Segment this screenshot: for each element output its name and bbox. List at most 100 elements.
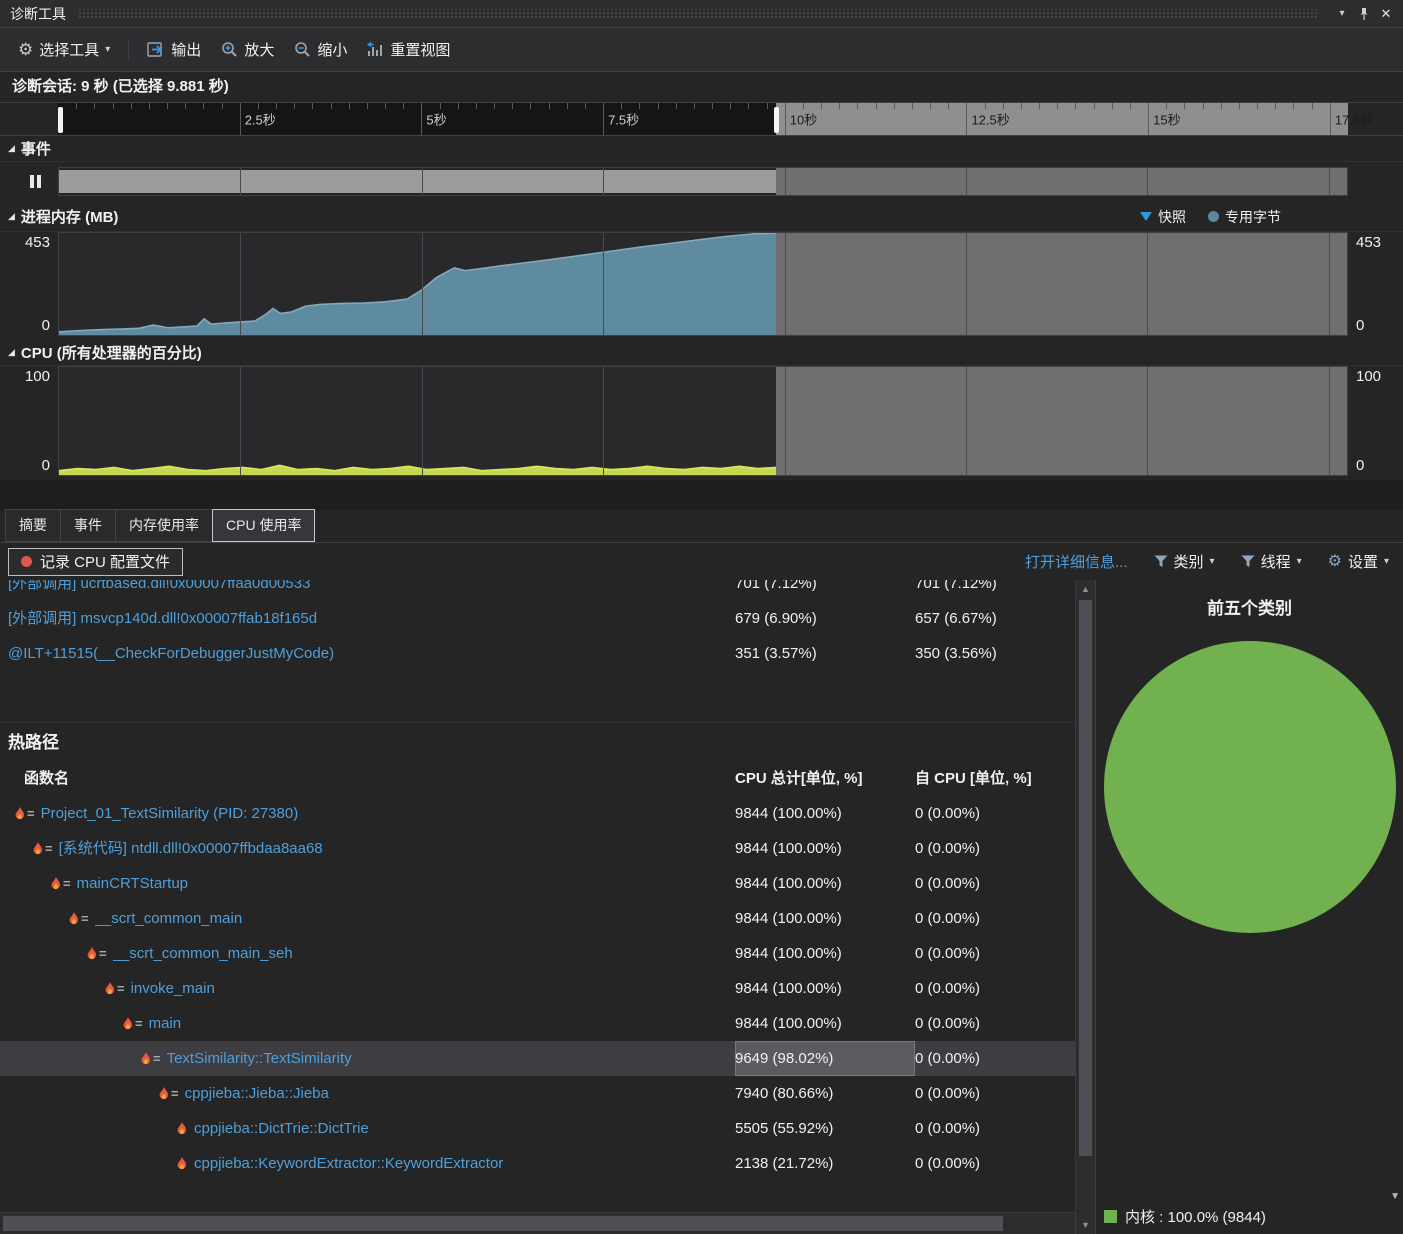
ruler-major-tick [1148,103,1150,135]
column-function-name[interactable]: 函数名 [0,762,735,796]
panel-scroll-down-icon[interactable]: ▼ [1390,1191,1400,1202]
function-row[interactable]: [外部调用] msvcp140d.dll!0x00007ffab18f165d 6… [0,601,1075,636]
call-tree-row[interactable]: = Project_01_TextSimilarity (PID: 27380) 9… [0,796,1075,831]
hot-path-flame-icon[interactable]: = [32,831,53,866]
close-button[interactable]: ✕ [1375,3,1397,25]
reset-view-button[interactable]: 重置视图 [359,34,458,65]
vertical-scrollbar[interactable]: ▲ ▼ [1075,580,1095,1234]
chevron-down-icon: ▾ [1209,556,1215,567]
window-position-menu-button[interactable]: ▾ [1331,3,1353,25]
collapse-icon[interactable]: ◢ [8,143,15,154]
expander-icon[interactable]: = [171,1076,179,1111]
memory-chart[interactable] [58,232,1348,336]
horizontal-scrollbar[interactable] [0,1212,1075,1234]
chart-gridline [1147,367,1149,475]
cpu-self-value: 0 (0.00%) [915,805,981,822]
horizontal-scrollbar-thumb[interactable] [3,1216,1003,1231]
cpu-section-title: CPU (所有处理器的百分比) [20,345,202,362]
call-tree-row[interactable]: = mainCRTStartup 9844 (100.00%) 0 (0.00%) [0,866,1075,901]
zoom-out-button[interactable]: 缩小 [286,34,355,65]
expander-icon[interactable]: = [27,796,35,831]
chevron-down-icon: ▾ [105,44,111,55]
hot-path-flame-icon[interactable] [176,1156,188,1171]
expander-icon[interactable]: = [81,901,89,936]
selection-start-handle[interactable] [58,107,63,133]
call-tree-row[interactable]: = __scrt_common_main_seh 9844 (100.00%) 0 (… [0,936,1075,971]
function-row[interactable]: [外部调用] ucrtbased.dll!0x00007ffaa0d00533 7… [0,580,1075,601]
pause-icon[interactable] [30,175,41,188]
chart-gridline [784,233,786,335]
expander-icon[interactable]: = [99,936,107,971]
ruler-minor-tick [348,103,350,109]
call-tree-row[interactable]: = TextSimilarity::TextSimilarity 9649 (98.… [0,1041,1075,1076]
tab-events[interactable]: 事件 [60,509,116,542]
scroll-down-icon[interactable]: ▼ [1076,1216,1095,1234]
zoom-in-button[interactable]: 放大 [213,34,282,65]
tab-cpu-usage[interactable]: CPU 使用率 [212,509,316,542]
ruler-minor-tick [475,103,477,109]
select-tool-button[interactable]: ⚙ 选择工具 ▾ [10,34,118,65]
call-tree-row[interactable]: = __scrt_common_main 9844 (100.00%) 0 (0.00… [0,901,1075,936]
category-filter-button[interactable]: 类别 ▾ [1154,551,1215,572]
column-cpu-self[interactable]: 自 CPU [单位, %] [915,762,1075,796]
unselected-overlay [775,168,1347,195]
chart-gridline [966,367,968,475]
cpu-chart[interactable] [58,366,1348,476]
gear-icon: ⚙ [18,40,34,59]
scroll-up-icon[interactable]: ▲ [1076,580,1095,598]
hot-path-flame-icon[interactable]: = [104,971,125,1006]
tab-memory-usage[interactable]: 内存使用率 [115,509,213,542]
toolbar-separator [128,38,130,61]
function-name-label: main [148,1015,182,1032]
function-row[interactable]: @ILT+11515(__CheckForDebuggerJustMyCode)… [0,636,1075,671]
expander-icon[interactable]: = [45,831,53,866]
selection-end-handle[interactable] [774,107,780,133]
cpu-self-value: 0 (0.00%) [915,1155,981,1172]
expander-icon[interactable]: = [117,971,125,1006]
call-tree-header: 函数名 CPU 总计[单位, %] 自 CPU [单位, %] [0,762,1075,796]
titlebar[interactable]: 诊断工具 ▾ ✕ [0,0,1403,28]
call-tree-row[interactable]: = invoke_main 9844 (100.00%) 0 (0.00%) [0,971,1075,1006]
settings-button[interactable]: ⚙ 设置 ▾ [1328,551,1389,572]
hot-path-flame-icon[interactable]: = [68,901,89,936]
column-cpu-total[interactable]: CPU 总计[单位, %] [735,762,915,796]
cpu-total-value: 9844 (100.00%) [735,840,842,857]
hot-path-flame-icon[interactable]: = [158,1076,179,1111]
open-details-link[interactable]: 打开详细信息... [1025,551,1128,572]
expander-icon[interactable]: = [63,866,71,901]
hot-path-flame-icon[interactable]: = [50,866,71,901]
thread-filter-button[interactable]: 线程 ▾ [1241,551,1302,572]
chart-gridline [240,367,242,475]
output-button[interactable]: 输出 [139,34,209,65]
y-max-label: 100 [1356,368,1382,385]
expander-icon[interactable]: = [153,1041,161,1076]
ruler-major-tick [966,103,968,135]
hot-path-flame-icon[interactable] [176,1121,188,1136]
function-name-label: mainCRTStartup [76,875,189,892]
hot-path-flame-icon[interactable]: = [14,796,35,831]
hot-path-flame-icon[interactable]: = [86,936,107,971]
collapse-icon[interactable]: ◢ [8,347,15,358]
call-tree-row[interactable]: = cppjieba::Jieba::Jieba 7940 (80.66%) 0 (0… [0,1076,1075,1111]
cpu-usage-toolbar: 记录 CPU 配置文件 打开详细信息... 类别 ▾ 线程 ▾ ⚙ 设置 ▾ [0,542,1403,580]
call-tree-row[interactable]: cppjieba::KeywordExtractor::KeywordExtra… [0,1146,1075,1181]
cpu-self-value: 0 (0.00%) [915,840,981,857]
ruler-minor-tick [1257,103,1259,109]
call-tree-row[interactable]: = [系统代码] ntdll.dll!0x00007ffbdaa8aa68 9844… [0,831,1075,866]
events-track[interactable] [58,167,1348,196]
hot-path-flame-icon[interactable]: = [140,1041,161,1076]
settings-label: 设置 [1347,554,1378,571]
hot-path-flame-icon[interactable]: = [122,1006,143,1041]
timeline-ruler[interactable]: 2.5秒 5秒 7.5秒 10秒 12.5秒 15秒 17.5秒 [58,103,1373,135]
record-cpu-profile-button[interactable]: 记录 CPU 配置文件 [8,547,184,576]
vertical-scrollbar-thumb[interactable] [1079,600,1092,1157]
expander-icon[interactable]: = [135,1006,143,1041]
call-tree-row[interactable]: cppjieba::DictTrie::DictTrie 5505 (55.92%… [0,1111,1075,1146]
collapse-icon[interactable]: ◢ [8,211,15,222]
unselected-overlay [775,233,1347,335]
tab-summary[interactable]: 摘要 [5,509,61,542]
pin-button[interactable] [1353,3,1375,25]
ruler-minor-tick [984,103,986,109]
call-tree-row[interactable]: = main 9844 (100.00%) 0 (0.00%) [0,1006,1075,1041]
ruler-minor-tick [112,103,114,109]
